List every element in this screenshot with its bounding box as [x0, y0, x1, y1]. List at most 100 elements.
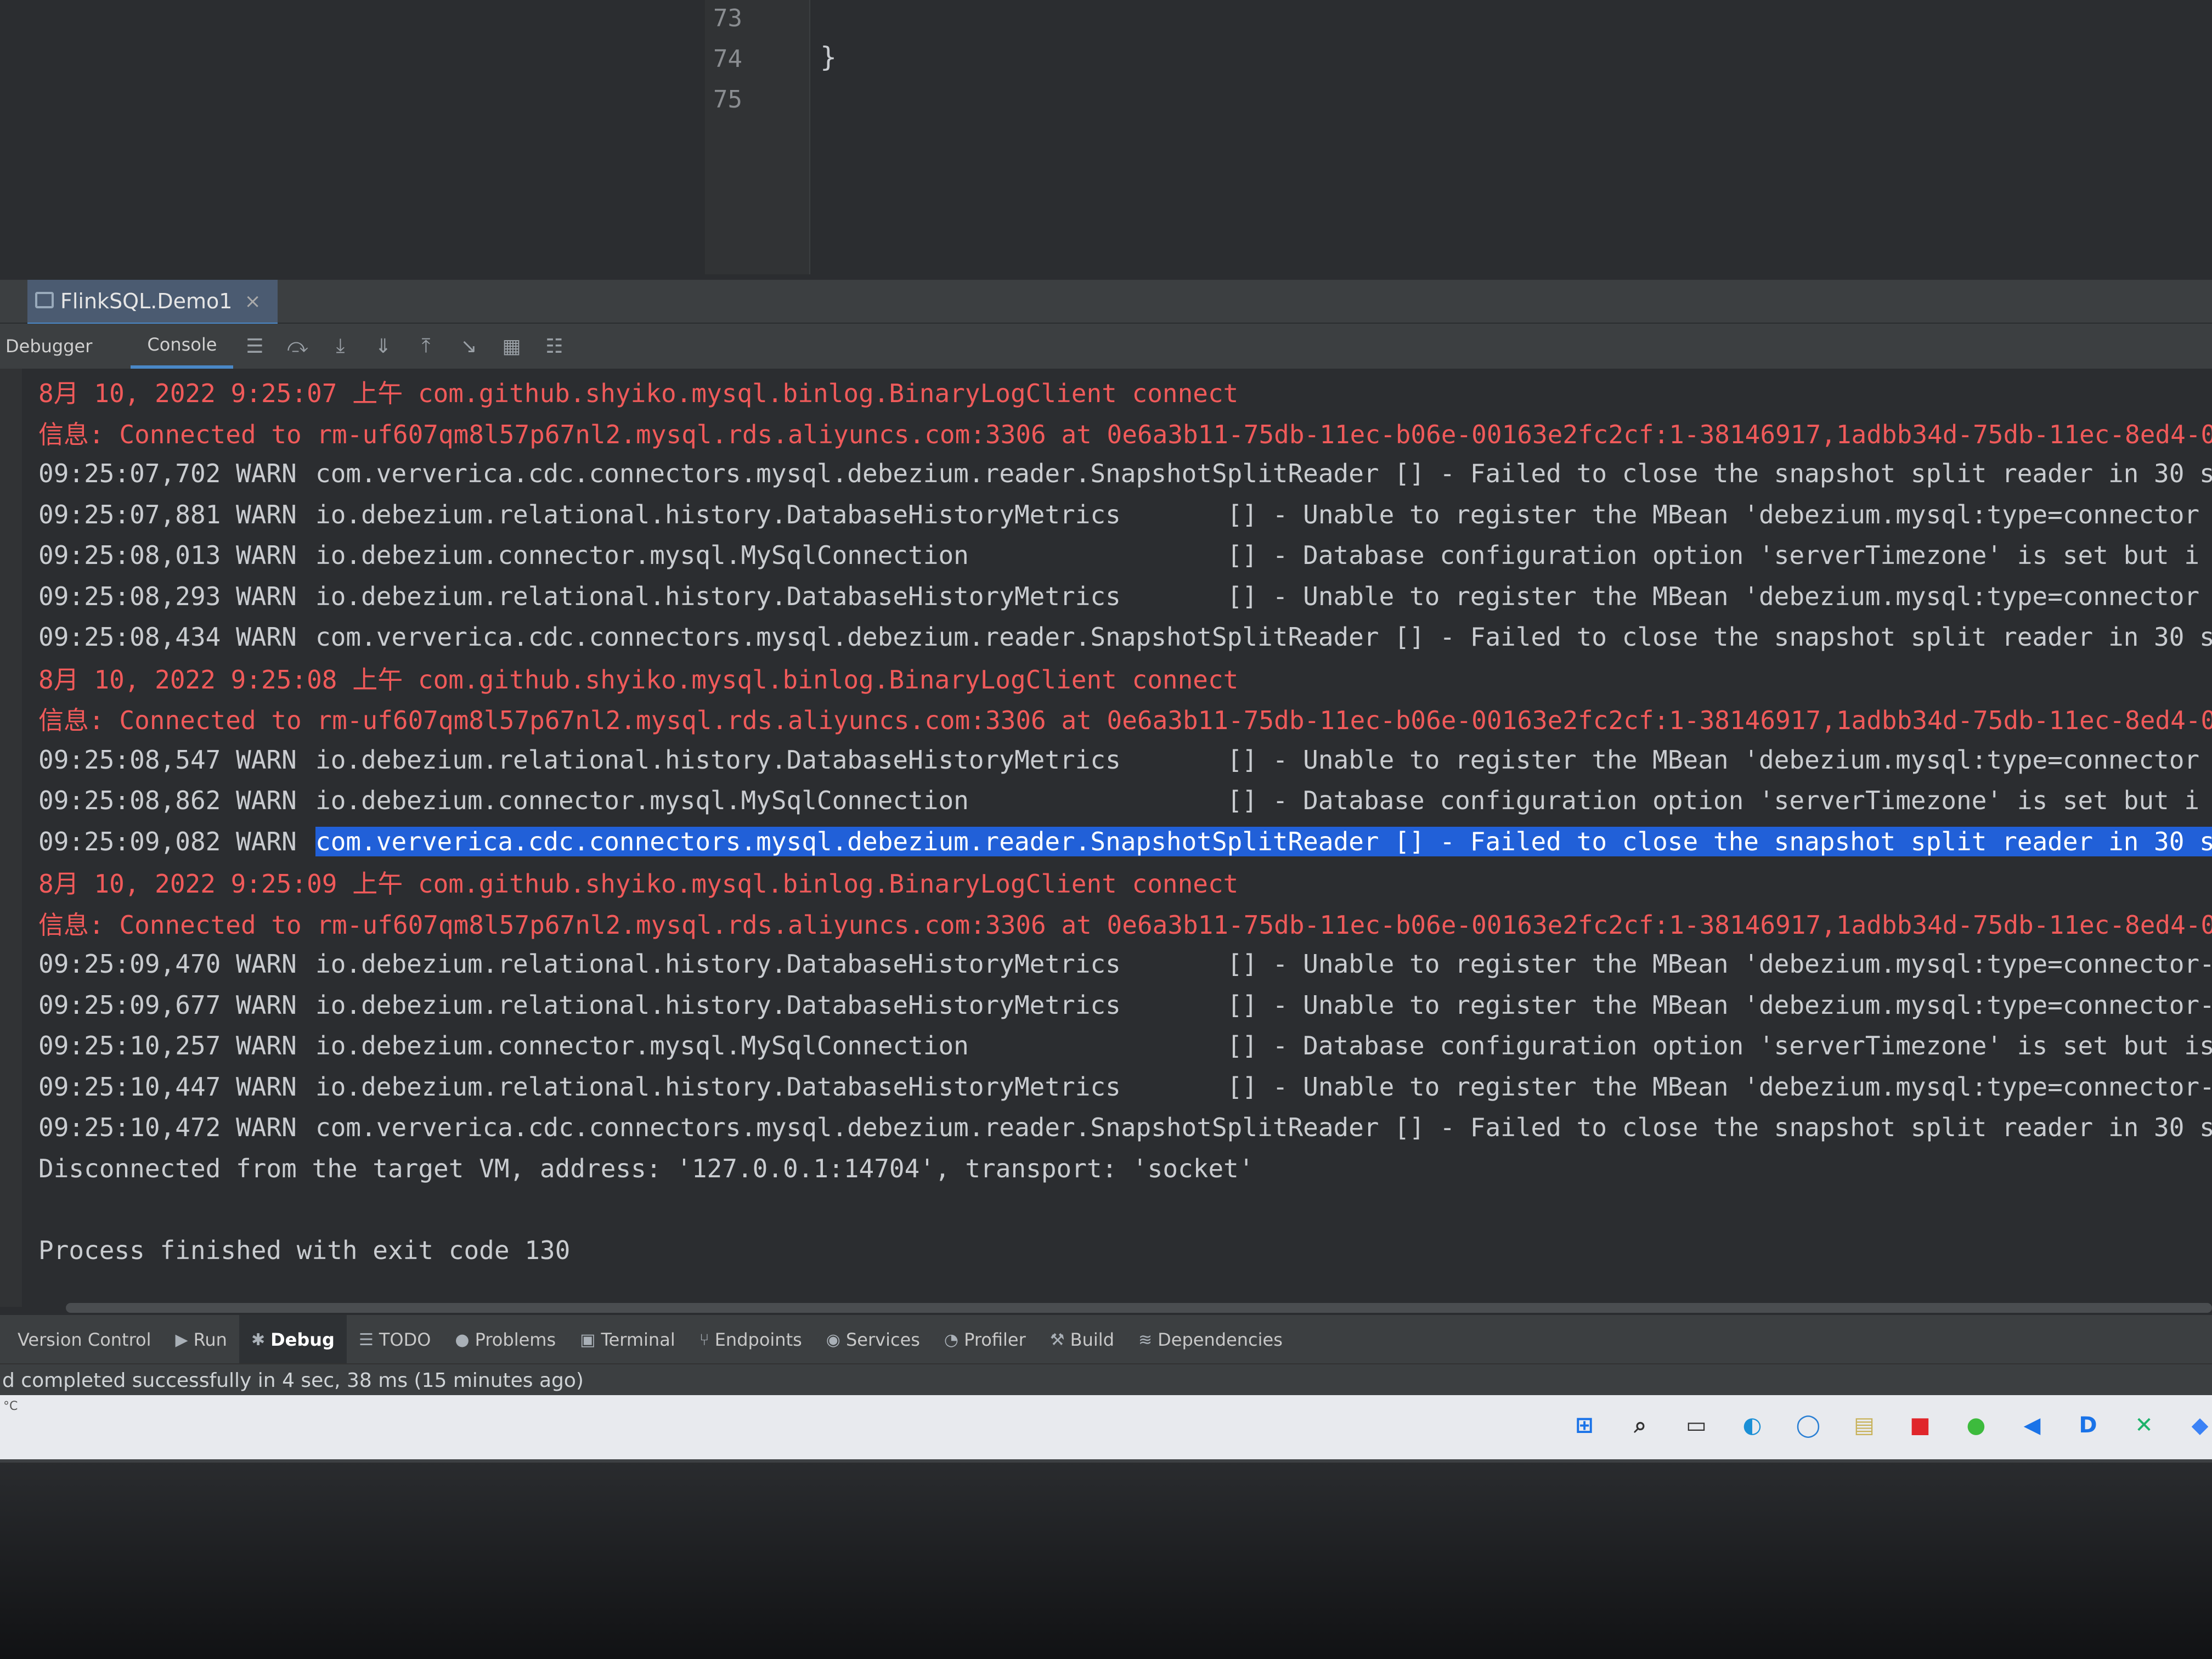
youdao-icon[interactable]: ■: [1902, 1407, 1938, 1443]
log-logger-class: io.debezium.connector.mysql.MySqlConnect…: [315, 1031, 969, 1060]
log-logger-class: io.debezium.relational.history.DatabaseH…: [315, 499, 1121, 529]
log-logger-class: io.debezium.relational.history.DatabaseH…: [315, 744, 1121, 775]
close-icon[interactable]: ×: [244, 290, 261, 313]
tool-window-build[interactable]: ⚒ Build: [1038, 1315, 1126, 1364]
log-text: Process finished with exit code 130: [38, 1235, 571, 1265]
log-logger-class: io.debezium.connector.mysql.MySqlConnect…: [315, 786, 969, 815]
log-timestamp: 09:25:08,547 WARN: [38, 744, 297, 775]
console-line: 09:25:08,862 WARN io.debezium.connector.m…: [22, 781, 2212, 820]
tool-window-problems[interactable]: ● Problems: [443, 1315, 568, 1364]
windows-taskbar: °C ⊞ ⌕ ▭ ◐ ◯ ▤ ■ ● ◀ D ✕ ◆: [0, 1395, 2212, 1459]
files-icon[interactable]: ▤: [1846, 1407, 1882, 1443]
run-tab-strip: FlinkSQL.Demo1 ×: [0, 280, 2212, 326]
log-logger-class: com.ververica.cdc.connectors.mysql.debez…: [315, 1113, 1379, 1142]
console-line: 信息: Connected to rm-uf607qm8l57p67nl2.my…: [22, 699, 2212, 738]
edge-icon[interactable]: ◐: [1734, 1407, 1770, 1443]
log-message: [] - Failed to close the snapshot split …: [1394, 826, 2212, 856]
run-config-icon: [35, 292, 54, 308]
menu-icon[interactable]: ☰: [242, 334, 267, 359]
console-line: 09:25:09,082 WARN com.ververica.cdc.conne…: [22, 822, 2212, 861]
tab-console[interactable]: Console: [131, 324, 234, 369]
tool-window-todo[interactable]: ☰ TODO: [347, 1315, 443, 1364]
run-to-cursor-icon[interactable]: ↘: [456, 334, 481, 359]
tool-window-dependencies[interactable]: ≋ Dependencies: [1126, 1315, 1295, 1364]
force-step-into-icon[interactable]: ⇓: [370, 334, 396, 359]
debug-icon: ✱: [251, 1330, 266, 1350]
console-line: 09:25:08,434 WARN com.ververica.cdc.conne…: [22, 617, 2212, 657]
app-ring-icon[interactable]: ◯: [1790, 1407, 1826, 1443]
log-info-text: 信息: Connected to rm-uf607qm8l57p67nl2.my…: [38, 706, 2212, 735]
task-view-icon[interactable]: ▭: [1678, 1407, 1714, 1443]
log-logger-class: com.ververica.cdc.connectors.mysql.debez…: [315, 459, 1379, 488]
tab-debugger[interactable]: Debugger: [0, 324, 109, 369]
tool-window-label: Build: [1070, 1329, 1114, 1350]
search-icon[interactable]: ⌕: [1622, 1407, 1658, 1443]
log-timestamp: 09:25:07,881 WARN: [38, 499, 297, 529]
step-into-icon[interactable]: ⤓: [328, 334, 353, 359]
console-line: 09:25:09,677 WARN io.debezium.relational.…: [22, 985, 2212, 1025]
log-timestamp: 09:25:08,013 WARN: [38, 540, 297, 570]
code-editor[interactable]: 73 74 75 }: [0, 0, 2212, 274]
code-line[interactable]: }: [820, 41, 837, 73]
vscode-icon[interactable]: ◀: [2014, 1407, 2050, 1443]
tool-window-terminal[interactable]: ▣ Terminal: [568, 1315, 687, 1364]
console-line: 09:25:09,470 WARN io.debezium.relational.…: [22, 944, 2212, 984]
log-message: [] - Unable to register the MBean 'debez…: [1227, 990, 2212, 1020]
log-info-text: 8月 10, 2022 9:25:07 上午 com.github.shyiko…: [38, 379, 1239, 408]
log-info-text: 8月 10, 2022 9:25:09 上午 com.github.shyiko…: [38, 869, 1239, 899]
log-message: [] - Failed to close the snapshot split …: [1394, 459, 2212, 488]
trace-icon[interactable]: ☷: [541, 334, 567, 359]
run-config-tab[interactable]: FlinkSQL.Demo1 ×: [27, 280, 278, 326]
app-d-icon[interactable]: D: [2070, 1407, 2106, 1443]
log-info-text: 8月 10, 2022 9:25:08 上午 com.github.shyiko…: [38, 664, 1239, 695]
monitor-bezel: [0, 1459, 2212, 1659]
step-over-icon[interactable]: ⤼: [285, 334, 310, 359]
log-logger-class: com.ververica.cdc.connectors.mysql.debez…: [315, 622, 1379, 652]
tool-window-label: Debug: [270, 1329, 335, 1350]
log-message: [] - Unable to register the MBean 'debez…: [1227, 949, 2212, 979]
horizontal-scrollbar[interactable]: [66, 1303, 2212, 1313]
tool-window-label: Problems: [475, 1329, 556, 1350]
tool-window-label: Run: [193, 1329, 227, 1350]
log-info-text: 信息: Connected to rm-uf607qm8l57p67nl2.my…: [38, 419, 2212, 449]
tool-window-run[interactable]: ▶ Run: [163, 1315, 239, 1364]
console-line: 09:25:08,293 WARN io.debezium.relational.…: [22, 577, 2212, 616]
console-line: 09:25:08,013 WARN io.debezium.connector.m…: [22, 535, 2212, 575]
tool-window-services[interactable]: ◉ Services: [814, 1315, 932, 1364]
step-out-icon[interactable]: ⤒: [413, 334, 438, 359]
line-number-gutter: [705, 0, 810, 274]
app-x-icon[interactable]: ✕: [2126, 1407, 2162, 1443]
tool-window-label: Services: [845, 1329, 920, 1350]
taskbar-app-icons: ⊞ ⌕ ▭ ◐ ◯ ▤ ■ ● ◀ D ✕ ◆: [1566, 1407, 2212, 1443]
tool-window-label: TODO: [379, 1329, 431, 1350]
log-text: Disconnected from the target VM, address…: [38, 1153, 1254, 1183]
console-output[interactable]: 8月 10, 2022 9:25:07 上午 com.github.shyiko…: [22, 369, 2212, 1307]
tool-window-label: Terminal: [601, 1329, 675, 1350]
evaluate-icon[interactable]: ▦: [499, 334, 524, 359]
weather-widget[interactable]: °C: [3, 1400, 18, 1413]
status-message: d completed successfully in 4 sec, 38 ms…: [2, 1369, 584, 1392]
run-icon: ▶: [175, 1330, 188, 1350]
app-blue-icon[interactable]: ◆: [2182, 1407, 2212, 1443]
tool-window-profiler[interactable]: ◔ Profiler: [932, 1315, 1038, 1364]
line-number: 74: [713, 45, 742, 73]
windows-start-icon[interactable]: ⊞: [1566, 1407, 1602, 1443]
todo-icon: ☰: [358, 1330, 374, 1350]
log-logger-class: io.debezium.relational.history.DatabaseH…: [315, 990, 1121, 1020]
log-timestamp: 09:25:09,082 WARN: [38, 826, 297, 856]
log-message: [] - Database configuration option 'serv…: [1227, 1031, 2212, 1060]
tool-window-version-control[interactable]: Version Control: [0, 1315, 163, 1364]
tool-window-endpoints[interactable]: ⑂ Endpoints: [687, 1315, 814, 1364]
tool-window-debug[interactable]: ✱ Debug: [239, 1315, 347, 1364]
console-line: 信息: Connected to rm-uf607qm8l57p67nl2.my…: [22, 904, 2212, 943]
wechat-icon[interactable]: ●: [1958, 1407, 1994, 1443]
log-timestamp: 09:25:08,434 WARN: [38, 622, 297, 652]
tool-window-label: Endpoints: [714, 1329, 802, 1350]
console-line: 09:25:10,447 WARN io.debezium.relational.…: [22, 1067, 2212, 1107]
console-line: 09:25:07,702 WARN com.ververica.cdc.conne…: [22, 454, 2212, 493]
log-timestamp: 09:25:10,257 WARN: [38, 1031, 297, 1060]
tool-window-label: Version Control: [18, 1329, 151, 1350]
console-line: 09:25:07,881 WARN io.debezium.relational.…: [22, 495, 2212, 534]
log-message: [] - Unable to register the MBean 'debez…: [1227, 1071, 2212, 1102]
console-line: 信息: Connected to rm-uf607qm8l57p67nl2.my…: [22, 413, 2212, 453]
